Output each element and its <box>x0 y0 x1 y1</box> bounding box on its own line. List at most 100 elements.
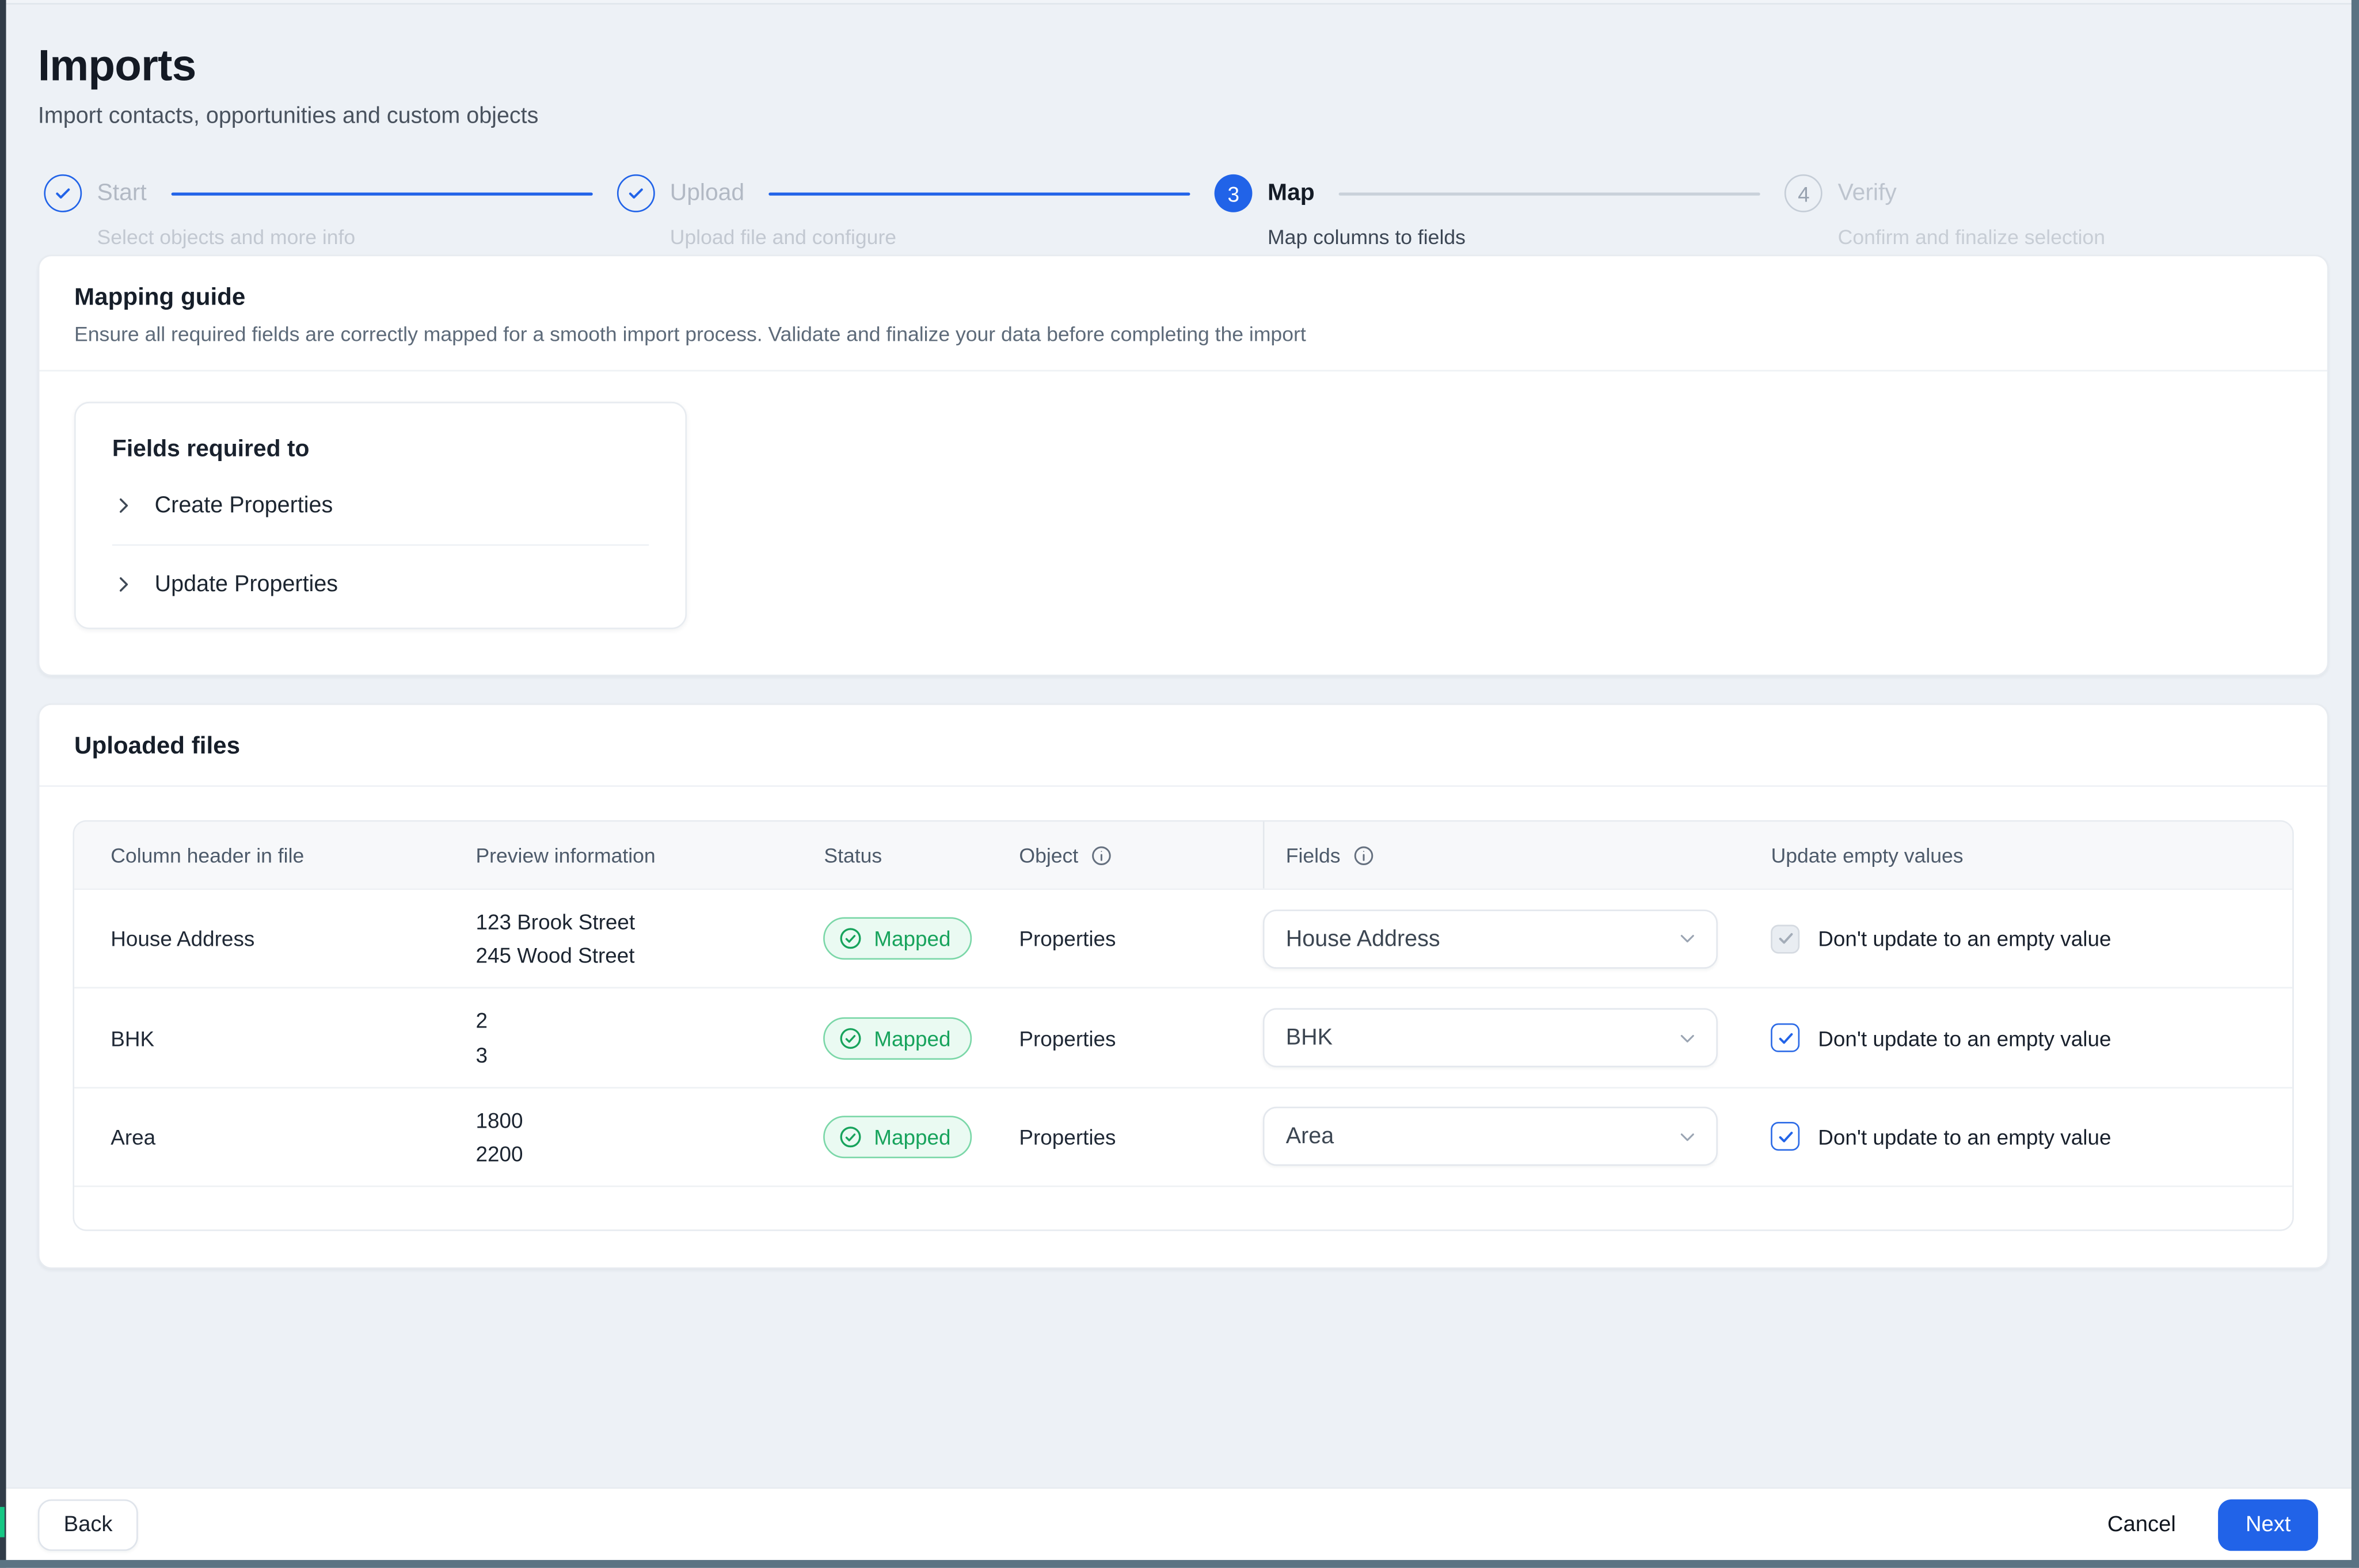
row-preview: 1800 2200 <box>475 1106 824 1167</box>
preview-value: 123 Brook Street <box>475 909 636 934</box>
field-select-value: House Address <box>1285 926 1440 952</box>
row-object: Properties <box>1019 926 1116 951</box>
status-badge-label: Mapped <box>874 1025 951 1051</box>
row-preview: 23 <box>475 1007 824 1068</box>
status-badge-label: Mapped <box>874 926 951 951</box>
preview-value: 2 <box>475 1008 488 1033</box>
stepper: 1 Start Select objects and more info 2 U… <box>44 174 2105 249</box>
preview-value: 1800 <box>475 1108 523 1132</box>
chevron-down-icon <box>1681 1133 1695 1141</box>
step-upload[interactable]: 2 Upload Upload file and configure <box>617 174 896 249</box>
status-badge: Mapped <box>824 1116 972 1158</box>
step-verify[interactable]: 4 Verify Confirm and finalize selection <box>1785 174 2105 249</box>
row-column-header: House Address <box>111 926 255 951</box>
field-select[interactable]: BHK <box>1263 1008 1718 1068</box>
step-start[interactable]: 1 Start Select objects and more info <box>44 174 355 249</box>
step-connector <box>1338 192 1761 195</box>
window-left-border <box>0 0 6 1568</box>
table-row: BHK 23 Mapped Properties BHK Don't updat… <box>74 987 2293 1087</box>
step-sublabel: Upload file and configure <box>669 226 897 249</box>
page-header: Imports Import contacts, opportunities a… <box>6 5 2352 129</box>
chevron-right-icon <box>119 577 128 592</box>
row-status: Mapped <box>824 1116 1019 1158</box>
step-label: Start <box>97 180 147 205</box>
table-row: House Address 123 Brook Street 245 Wood S… <box>74 888 2293 988</box>
check-icon <box>1778 933 1793 944</box>
step-sublabel: Select objects and more info <box>97 226 356 249</box>
row-preview: 123 Brook Street 245 Wood Street <box>475 908 824 969</box>
step-label: Upload <box>669 180 745 205</box>
mapping-table-header-row: Column header in file Preview informatio… <box>74 821 2293 889</box>
step-circle: 1 <box>44 174 82 212</box>
back-button[interactable]: Back <box>37 1498 139 1550</box>
column-header-object: Object <box>1019 821 1263 888</box>
page-subtitle: Import contacts, opportunities and custo… <box>37 103 539 129</box>
update-empty-label: Don't update to an empty value <box>1818 926 2111 951</box>
field-select-value: Area <box>1285 1124 1334 1150</box>
check-icon <box>1778 1032 1793 1044</box>
step-circle: 4 <box>1785 174 1823 212</box>
step-sublabel: Confirm and finalize selection <box>1837 226 2106 249</box>
row-status: Mapped <box>824 917 1019 960</box>
field-select[interactable]: House Address <box>1263 909 1718 969</box>
update-empty-label: Don't update to an empty value <box>1818 1125 2111 1150</box>
check-icon <box>56 188 70 199</box>
column-header-column-header-in-file: Column header in file <box>111 843 305 867</box>
step-circle: 2 <box>617 174 655 212</box>
update-empty-label: Don't update to an empty value <box>1818 1025 2111 1051</box>
check-icon <box>629 188 643 199</box>
preview-value: 245 Wood Street <box>475 943 635 968</box>
step-map[interactable]: 3 Map Map columns to fields <box>1214 174 1466 249</box>
chevron-down-icon <box>1681 935 1695 943</box>
check-circle-icon <box>840 928 862 949</box>
uploaded-files-title: Uploaded files <box>74 733 241 760</box>
fields-required-title: Fields required to <box>112 436 310 463</box>
step-circle: 3 <box>1214 174 1253 212</box>
row-status: Mapped <box>824 1017 1019 1059</box>
check-circle-icon <box>840 1126 862 1148</box>
status-badge: Mapped <box>824 1017 972 1059</box>
check-circle-icon <box>840 1027 862 1048</box>
preview-value: 2200 <box>475 1141 523 1166</box>
mapping-guide-description: Ensure all required fields are correctly… <box>74 322 1306 346</box>
chevron-right-icon <box>119 498 128 513</box>
mapping-guide-card: Mapping guide Ensure all required fields… <box>37 254 2329 676</box>
column-header-status: Status <box>824 843 882 867</box>
table-row: Area 1800 2200 Mapped Properties Area Don… <box>74 1086 2293 1186</box>
column-header-update-empty-values: Update empty values <box>1771 843 1964 867</box>
guide-item-update-properties[interactable]: Update Properties <box>112 572 649 597</box>
field-select-value: BHK <box>1285 1025 1333 1051</box>
fields-required-panel: Fields required to Create Properties Upd… <box>74 401 687 629</box>
left-edge-green-marker <box>0 1506 5 1537</box>
mapping-guide-title: Mapping guide <box>74 285 246 311</box>
status-badge-label: Mapped <box>874 1125 951 1150</box>
fields-required-items: Create Properties Update Properties <box>112 493 649 597</box>
mapping-guide-body: Fields required to Create Properties Upd… <box>39 371 2327 675</box>
field-select[interactable]: Area <box>1263 1107 1718 1167</box>
page-title: Imports <box>37 42 196 92</box>
cancel-button[interactable]: Cancel <box>2107 1512 2176 1536</box>
window-right-border <box>2351 0 2359 1568</box>
footer-actions: Cancel Next <box>2107 1498 2318 1550</box>
step-label: Map <box>1268 180 1315 205</box>
footer-bar: Back Cancel Next <box>6 1487 2352 1561</box>
update-empty-checkbox[interactable] <box>1771 1023 1800 1052</box>
update-empty-checkbox[interactable] <box>1771 924 1800 953</box>
uploaded-files-card: Uploaded files Column header in file Pre… <box>37 703 2329 1269</box>
step-connector <box>170 192 593 196</box>
column-header-fields: Fields <box>1263 821 1771 889</box>
update-empty-checkbox[interactable] <box>1771 1122 1800 1152</box>
row-object: Properties <box>1019 1125 1116 1150</box>
guide-item-create-properties[interactable]: Create Properties <box>112 493 649 519</box>
mapping-guide-header: Mapping guide Ensure all required fields… <box>39 256 2327 370</box>
column-header-preview-information: Preview information <box>475 843 656 867</box>
step-label: Verify <box>1837 180 1897 205</box>
step-connector <box>768 192 1190 196</box>
uploaded-files-header: Uploaded files <box>39 705 2327 786</box>
next-button[interactable]: Next <box>2218 1498 2318 1550</box>
info-icon[interactable] <box>1353 844 1376 867</box>
row-object: Properties <box>1019 1025 1116 1051</box>
guide-item-label: Update Properties <box>154 571 338 597</box>
table-empty-row <box>74 1185 2293 1230</box>
info-icon[interactable] <box>1090 844 1113 867</box>
